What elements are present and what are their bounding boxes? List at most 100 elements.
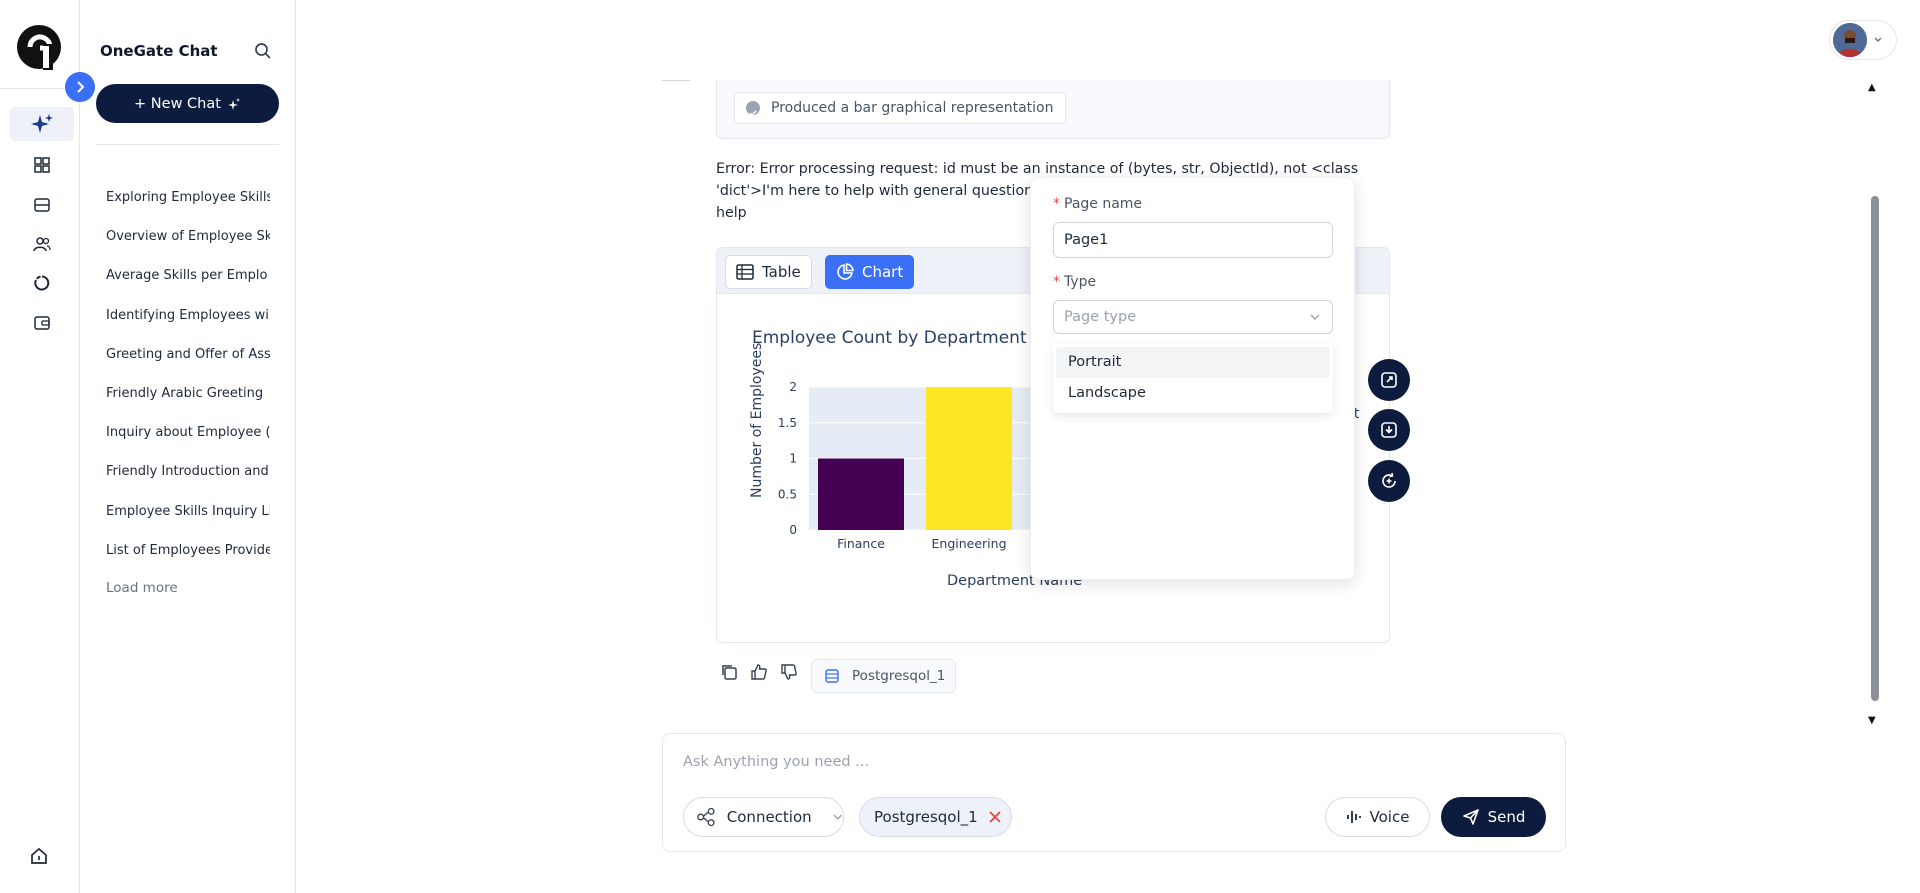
history-item[interactable]: Greeting and Offer of Ass	[106, 345, 270, 384]
table-icon	[736, 264, 754, 280]
rail-ai-chat[interactable]	[10, 107, 74, 141]
step-text: Produced a bar graphical representation	[771, 100, 1054, 116]
reasoning-steps-card: Produced a bar graphical representation	[716, 80, 1390, 139]
rail-database[interactable]	[10, 188, 74, 222]
divider	[662, 80, 690, 81]
connection-label: Connection	[726, 808, 812, 826]
type-label: * Type	[1053, 274, 1097, 290]
history-item[interactable]: Average Skills per Emplo	[106, 266, 270, 305]
tab-table[interactable]: Table	[725, 255, 812, 289]
send-icon	[1462, 809, 1479, 825]
history-item[interactable]: Employee Skills Inquiry Li	[106, 502, 270, 541]
refresh-add-icon	[1382, 472, 1396, 488]
app-title: OneGate Chat	[100, 42, 218, 60]
copy-icon[interactable]	[720, 663, 738, 681]
connection-tag: Postgresqol_1	[859, 797, 1012, 837]
chat-input-box: Ask Anything you need ... Connection Pos…	[662, 733, 1566, 852]
add-to-dashboard-button[interactable]	[1368, 460, 1410, 502]
send-button[interactable]: Send	[1441, 797, 1546, 837]
sparkle-icon	[227, 97, 240, 110]
history-item[interactable]: Inquiry about Employee (	[106, 423, 270, 462]
history-item[interactable]: Identifying Employees wi	[106, 306, 270, 345]
app-logo	[17, 25, 61, 70]
download-icon	[1381, 422, 1397, 438]
page-type-dropdown: Portrait Landscape	[1053, 343, 1333, 413]
y-tick-label: 0	[789, 523, 797, 537]
users-icon	[33, 237, 51, 252]
rail-users[interactable]	[10, 227, 74, 261]
connection-tag-label: Postgresqol_1	[874, 808, 978, 826]
load-more-link[interactable]: Load more	[106, 580, 178, 596]
x-tick-label: Finance	[837, 536, 885, 551]
history-item[interactable]: Friendly Arabic Greeting	[106, 384, 270, 423]
export-page-popover: *Page name *Type Page type Portrait Land…	[1030, 177, 1355, 580]
history-item[interactable]: List of Employees Provide	[106, 541, 270, 580]
chevron-down-icon	[833, 814, 842, 820]
avatar	[1833, 23, 1867, 57]
page-name-label: * Page name	[1053, 196, 1143, 212]
db-tag-label: Postgresqol_1	[852, 668, 946, 684]
x-tick-label: Engineering	[932, 536, 1007, 551]
chevron-down-icon	[1874, 37, 1882, 43]
chevron-down-icon	[1310, 314, 1320, 320]
audio-wave-icon	[1346, 811, 1361, 823]
history-item[interactable]: Overview of Employee Sk	[106, 227, 270, 266]
chat-history-panel: OneGate Chat + New Chat Exploring Employ…	[80, 0, 296, 893]
tab-table-label: Table	[762, 263, 801, 281]
wallet-icon	[34, 315, 50, 330]
dashboard-icon	[34, 157, 50, 173]
thumbs-up-icon[interactable]	[750, 663, 768, 681]
chevron-right-icon	[77, 81, 85, 93]
search-icon[interactable]	[252, 40, 274, 62]
database-icon	[34, 198, 50, 212]
chat-input[interactable]: Ask Anything you need ...	[683, 754, 869, 770]
chart-y-label: Number of Employees	[749, 342, 765, 498]
bar-engineering[interactable]	[926, 387, 1012, 530]
analytics-icon	[34, 275, 50, 291]
voice-label: Voice	[1369, 808, 1410, 826]
chat-history-list: Exploring Employee Skills Overview of Em…	[106, 188, 270, 580]
rail-analytics[interactable]	[10, 266, 74, 300]
bar-finance[interactable]	[818, 458, 904, 531]
database-icon	[825, 669, 839, 683]
voice-button[interactable]: Voice	[1325, 797, 1430, 837]
y-tick-label: 2	[789, 380, 797, 394]
tab-chart[interactable]: Chart	[825, 255, 915, 289]
check-circle-icon	[746, 101, 760, 117]
scroll-down-arrow[interactable]: ▼	[1868, 715, 1876, 726]
connection-icon	[697, 807, 715, 827]
option-landscape[interactable]: Landscape	[1056, 378, 1330, 409]
history-item[interactable]: Exploring Employee Skills	[106, 188, 270, 227]
thumbs-down-icon[interactable]	[780, 663, 798, 681]
y-tick-label: 0.5	[778, 487, 797, 501]
connection-button[interactable]: Connection	[683, 797, 844, 837]
pie-chart-icon	[837, 263, 854, 280]
home-icon[interactable]	[28, 845, 50, 867]
export-button[interactable]	[1368, 409, 1410, 451]
page-name-input[interactable]	[1053, 222, 1333, 258]
send-label: Send	[1487, 808, 1526, 826]
ai-sparkle-icon	[31, 114, 53, 133]
history-item[interactable]: Friendly Introduction and	[106, 462, 270, 501]
step-pill: Produced a bar graphical representation	[734, 92, 1067, 124]
page-type-select[interactable]: Page type	[1053, 300, 1333, 334]
new-chat-label: + New Chat	[134, 95, 221, 112]
user-photo-icon	[1833, 23, 1867, 57]
scroll-up-arrow[interactable]: ▲	[1868, 82, 1876, 93]
scrollbar-thumb[interactable]	[1871, 196, 1879, 701]
close-icon[interactable]	[988, 810, 1002, 824]
source-database-tag: Postgresqol_1	[811, 659, 957, 693]
rail-wallet[interactable]	[10, 305, 74, 339]
y-tick-label: 1	[789, 452, 797, 466]
share-button[interactable]	[1368, 359, 1410, 401]
user-menu[interactable]	[1829, 20, 1897, 60]
message-actions	[720, 663, 798, 681]
page-type-placeholder: Page type	[1064, 309, 1137, 325]
new-chat-button[interactable]: + New Chat	[96, 84, 279, 123]
icon-rail	[0, 0, 80, 893]
y-tick-label: 1.5	[778, 416, 797, 430]
panel-divider	[96, 144, 279, 145]
rail-dashboard[interactable]	[10, 148, 74, 182]
option-portrait[interactable]: Portrait	[1056, 347, 1330, 378]
sidebar-toggle-button[interactable]	[65, 72, 95, 102]
